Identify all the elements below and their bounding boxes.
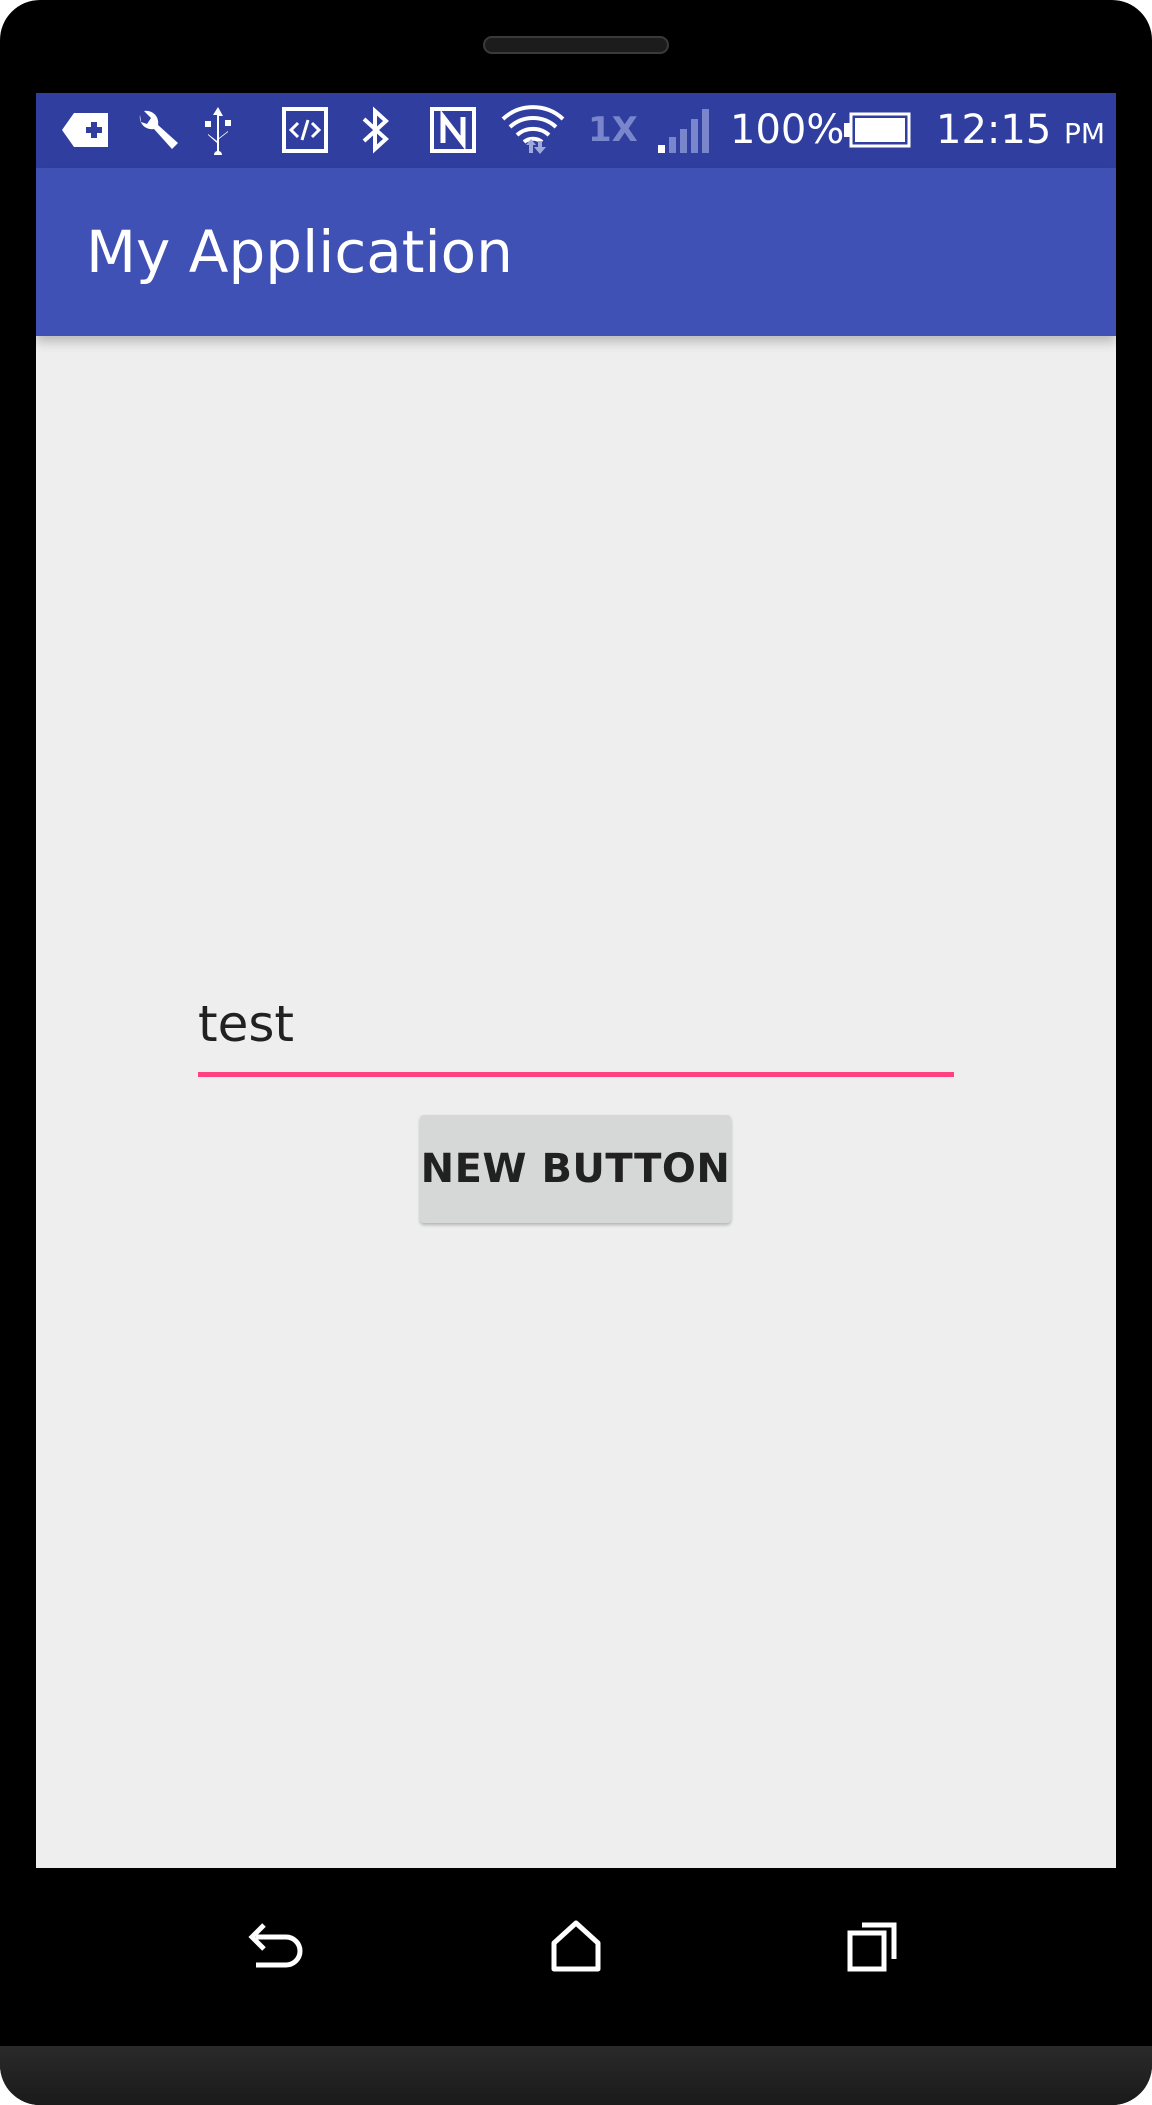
bluetooth-icon: [362, 106, 389, 154]
wifi-icon: [501, 105, 565, 154]
app-bar: My Application: [36, 168, 1116, 336]
edit-text-field[interactable]: test: [198, 995, 954, 1075]
back-icon[interactable]: [246, 1915, 306, 1975]
edit-text-underline: [198, 1072, 954, 1077]
network-type-label: 1X: [588, 110, 638, 150]
wrench-icon: [139, 110, 178, 149]
earpiece-speaker: [483, 36, 669, 54]
nfc-icon: [430, 107, 476, 153]
phone-bottom-bezel: [0, 2046, 1152, 2105]
device-screen: 1X 100% 12:15 PM My Application test NEW…: [36, 93, 1116, 1868]
usb-icon: [205, 107, 231, 155]
add-tag-icon: [62, 113, 108, 147]
clock-time: 12:15: [936, 107, 1052, 153]
signal-icon: [658, 109, 709, 153]
home-icon[interactable]: [546, 1915, 606, 1975]
clock-am-pm: PM: [1064, 117, 1106, 150]
code-icon: [282, 107, 328, 153]
status-bar: 1X 100% 12:15 PM: [36, 93, 1116, 168]
recents-icon[interactable]: [844, 1915, 904, 1975]
clock: 12:15 PM: [936, 105, 1105, 159]
phone-frame: 1X 100% 12:15 PM My Application test NEW…: [0, 0, 1152, 2105]
battery-icon: [844, 112, 911, 148]
battery-percent-label: 100%: [730, 107, 845, 153]
app-title: My Application: [86, 218, 513, 286]
new-button[interactable]: NEW BUTTON: [420, 1115, 731, 1223]
edit-text-value: test: [198, 995, 295, 1053]
